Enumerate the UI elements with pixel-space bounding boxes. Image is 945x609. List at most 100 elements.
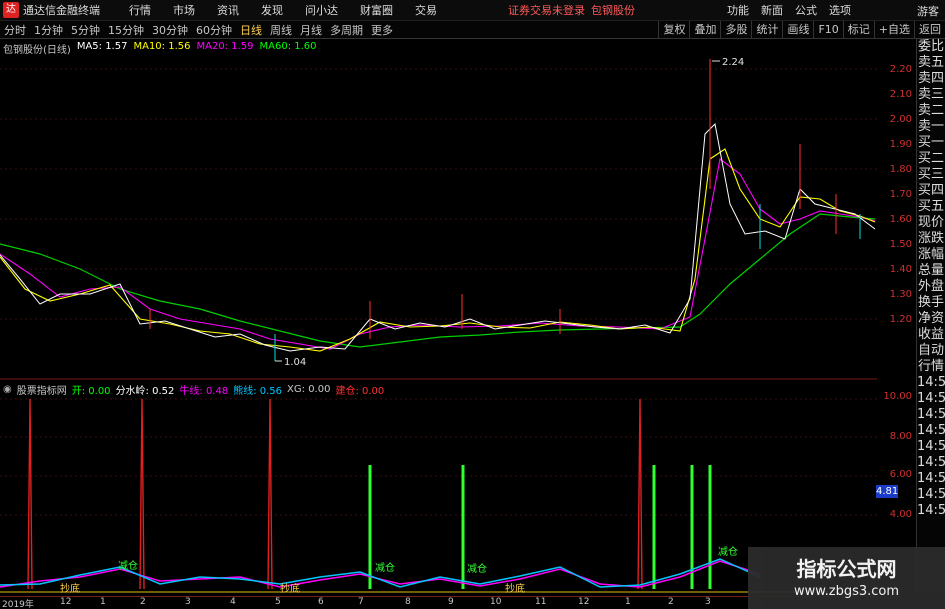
side-item[interactable]: 买五 — [917, 199, 945, 215]
menu-wealth[interactable]: 财富圈 — [349, 2, 404, 18]
menu-market[interactable]: 市场 — [162, 2, 206, 18]
main-menu: 行情 市场 资讯 发现 问小达 财富圈 交易 — [118, 2, 448, 18]
side-item: 14:50 — [917, 487, 945, 502]
btn-mark[interactable]: 标记 — [842, 21, 874, 39]
chart-canvas[interactable]: 2.24 1.04 减仓 减仓 抄底 抄底 减仓 减仓 抄底 — [0, 39, 877, 596]
side-item[interactable]: 行情 — [917, 359, 945, 375]
signal-bottom-2: 抄底 — [280, 582, 300, 595]
user-label[interactable]: 游客 — [917, 3, 939, 19]
side-item[interactable]: 涨跌 — [917, 231, 945, 247]
tab-monthly[interactable]: 月线 — [296, 22, 326, 38]
menu-ask[interactable]: 问小达 — [294, 2, 349, 18]
menu-quotes[interactable]: 行情 — [118, 2, 162, 18]
btn-f10[interactable]: F10 — [813, 21, 842, 39]
side-item[interactable]: 收益 — [917, 327, 945, 343]
date-tick: 4 — [230, 597, 236, 607]
menu-trade[interactable]: 交易 — [404, 2, 448, 18]
btn-draw[interactable]: 画线 — [782, 21, 813, 39]
menu-function[interactable]: 功能 — [721, 2, 755, 18]
side-item[interactable]: 买二 — [917, 151, 945, 167]
ma60-line — [0, 213, 876, 348]
side-item[interactable]: 净资 — [917, 311, 945, 327]
side-item[interactable]: 总量 — [917, 263, 945, 279]
side-item[interactable]: 买四 — [917, 183, 945, 199]
tab-1min[interactable]: 1分钟 — [30, 22, 67, 38]
side-item: 14:50 — [917, 471, 945, 486]
date-tick: 6 — [318, 597, 324, 607]
tab-15min[interactable]: 15分钟 — [104, 22, 148, 38]
side-item[interactable]: 卖二 — [917, 103, 945, 119]
btn-adjust[interactable]: 复权 — [658, 21, 689, 39]
tab-weekly[interactable]: 周线 — [266, 22, 296, 38]
btn-back[interactable]: 返回 — [914, 21, 945, 39]
legend-ma60: MA60: 1.60 — [259, 41, 317, 52]
side-item: 14:50 — [917, 423, 945, 438]
menu-discover[interactable]: 发现 — [250, 2, 294, 18]
menu-news[interactable]: 资讯 — [206, 2, 250, 18]
tab-multi-period[interactable]: 多周期 — [326, 22, 367, 38]
main-chart-legend: 包钢股份(日线) MA5: 1.57 MA10: 1.56 MA20: 1.59… — [3, 41, 317, 56]
side-item[interactable]: 委比 — [917, 39, 945, 55]
legend-jc: 建仓: 0.00 — [335, 386, 385, 397]
legend-bull: 牛线: 0.48 — [179, 386, 229, 397]
side-item[interactable]: 卖五 — [917, 55, 945, 71]
price-tick: 1.90 — [889, 139, 912, 150]
price-tick: 1.70 — [889, 189, 912, 200]
tab-daily[interactable]: 日线 — [236, 22, 266, 38]
side-item[interactable]: 自动 — [917, 343, 945, 359]
side-item[interactable]: 涨幅 — [917, 247, 945, 263]
side-item: 14:50 — [917, 375, 945, 390]
date-tick: 7 — [358, 597, 364, 607]
ma10-line — [0, 148, 876, 352]
period-tabs: 分时 1分钟 5分钟 15分钟 30分钟 60分钟 日线 周线 月线 多周期 更… — [0, 22, 397, 38]
indicator-settings-icon[interactable]: ◉ — [3, 384, 12, 395]
side-item[interactable]: 买三 — [917, 167, 945, 183]
price-tick: 2.00 — [889, 114, 912, 125]
price-tick: 1.20 — [889, 314, 912, 325]
price-tick: 1.50 — [889, 239, 912, 250]
tab-30min[interactable]: 30分钟 — [148, 22, 192, 38]
right-menu: 功能 新面 公式 选项 — [721, 2, 857, 18]
legend-ma10: MA10: 1.56 — [133, 41, 191, 52]
side-item: 14:50 — [917, 503, 945, 518]
sub-chart-legend: ◉ 股票指标网 开: 0.00 分水岭: 0.52 牛线: 0.48 熊线: 0… — [3, 382, 384, 397]
date-tick: 8 — [405, 597, 411, 607]
tab-60min[interactable]: 60分钟 — [192, 22, 236, 38]
signal-reduce-1: 减仓 — [118, 559, 138, 572]
side-item: 14:50 — [917, 439, 945, 454]
tab-more[interactable]: 更多 — [367, 22, 397, 38]
btn-overlay[interactable]: 叠加 — [689, 21, 720, 39]
sub-tick: 6.00 — [889, 469, 912, 480]
price-tick: 1.30 — [889, 289, 912, 300]
side-item[interactable]: 买一 — [917, 135, 945, 151]
price-tick: 1.40 — [889, 264, 912, 275]
main-chart-title: 包钢股份(日线) — [3, 45, 71, 56]
login-notice[interactable]: 证券交易未登录 — [508, 2, 585, 18]
btn-stats[interactable]: 统计 — [751, 21, 782, 39]
date-tick: 2 — [140, 597, 146, 607]
tab-5min[interactable]: 5分钟 — [67, 22, 104, 38]
menu-new-page[interactable]: 新面 — [755, 2, 789, 18]
menu-formula[interactable]: 公式 — [789, 2, 823, 18]
signal-bottom-3: 抄底 — [505, 582, 525, 595]
btn-multi-stock[interactable]: 多股 — [720, 21, 751, 39]
side-item[interactable]: 卖三 — [917, 87, 945, 103]
sub-chart-title: 股票指标网 — [16, 386, 67, 397]
btn-add-watchlist[interactable]: +自选 — [873, 21, 914, 39]
side-item[interactable]: 卖四 — [917, 71, 945, 87]
side-item[interactable]: 现价 — [917, 215, 945, 231]
side-item[interactable]: 卖一 — [917, 119, 945, 135]
legend-kai: 开: 0.00 — [71, 386, 111, 397]
menu-options[interactable]: 选项 — [823, 2, 857, 18]
side-item[interactable]: 换手 — [917, 295, 945, 311]
app-logo-icon: 达 — [3, 2, 19, 18]
side-item: 14:50 — [917, 407, 945, 422]
date-tick: 10 — [490, 597, 502, 607]
current-indicator-value: 4.81 — [876, 485, 899, 498]
date-tick: 9 — [448, 597, 454, 607]
low-price-label: 1.04 — [284, 357, 306, 368]
date-tick: 2019年 — [2, 600, 34, 609]
legend-ma5: MA5: 1.57 — [76, 41, 128, 52]
side-item[interactable]: 外盘 — [917, 279, 945, 295]
tab-time-share[interactable]: 分时 — [0, 22, 30, 38]
